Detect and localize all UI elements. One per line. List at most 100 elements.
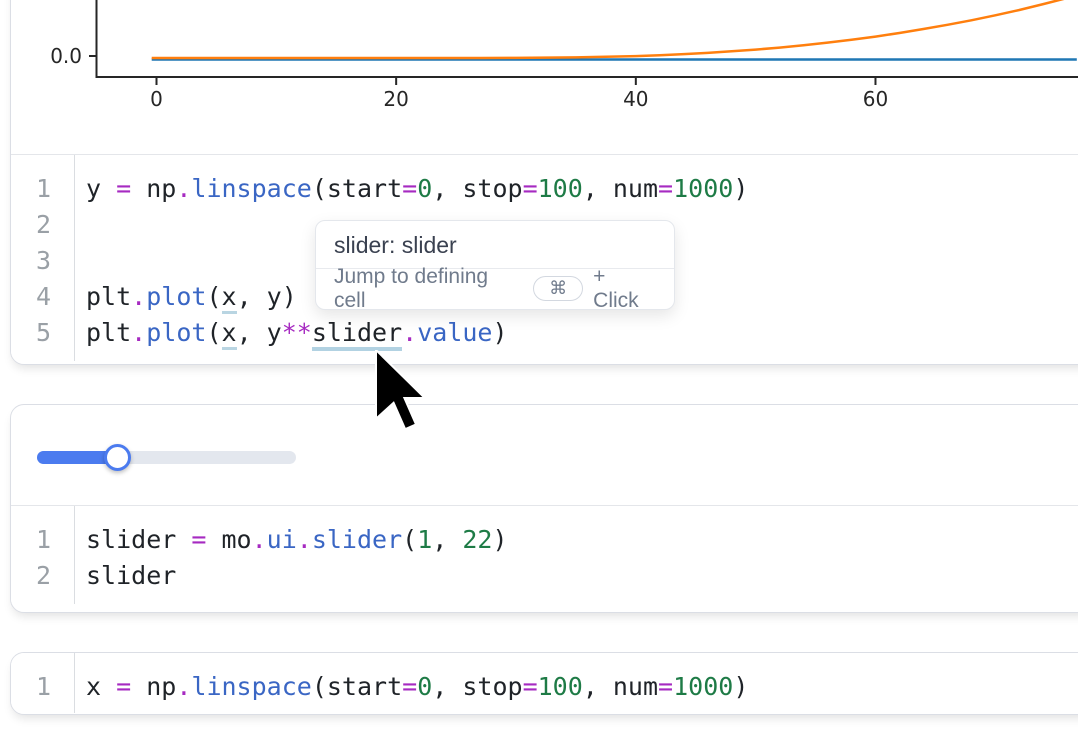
- code-line[interactable]: slider = mo.ui.slider(1, 22): [86, 522, 1078, 558]
- line-number-gutter: 12345: [11, 155, 75, 361]
- line-number: 1: [11, 522, 51, 558]
- code-token-num[interactable]: 100: [538, 174, 583, 203]
- code-token[interactable]: (: [402, 525, 417, 554]
- code-token-refh[interactable]: slider: [312, 318, 402, 351]
- code-token-op[interactable]: **: [282, 318, 312, 347]
- code-token[interactable]: ): [733, 672, 748, 701]
- code-token-op[interactable]: =: [523, 672, 538, 701]
- code-token-num[interactable]: 22: [462, 525, 492, 554]
- code-token[interactable]: x: [86, 672, 116, 701]
- code-token[interactable]: np: [131, 672, 176, 701]
- code-token-ref[interactable]: x: [222, 318, 237, 350]
- code-token-op[interactable]: .: [131, 318, 146, 347]
- code-token-fn[interactable]: plot: [146, 318, 206, 347]
- line-number: 1: [11, 171, 51, 207]
- code-token-op[interactable]: .: [252, 525, 267, 554]
- matplotlib-figure: 0.0 0 20 40 60: [11, 0, 1078, 155]
- code-token-num[interactable]: 0: [417, 174, 432, 203]
- code-editor[interactable]: 1 x = np.linspace(start=0, stop=100, num…: [11, 653, 1078, 713]
- code-token-op[interactable]: =: [658, 672, 673, 701]
- code-token-op[interactable]: =: [116, 174, 131, 203]
- line-number: 1: [11, 669, 51, 705]
- code-token-op[interactable]: .: [176, 672, 191, 701]
- notebook-cell-x: 1 x = np.linspace(start=0, stop=100, num…: [10, 652, 1078, 715]
- code-token[interactable]: np: [131, 174, 176, 203]
- notebook-cell-plot: 0.00204060 12345 y = np.linspace(start=0…: [10, 0, 1078, 365]
- tooltip-title: slider: slider: [316, 221, 674, 268]
- code-token-op[interactable]: .: [402, 318, 417, 347]
- y-tick-label: 0.0: [50, 44, 82, 68]
- line-number-gutter: 12: [11, 506, 75, 604]
- code-token[interactable]: slider: [86, 561, 176, 590]
- code-token-fn[interactable]: linspace: [191, 672, 311, 701]
- line-number: 4: [11, 279, 51, 315]
- code-token-op[interactable]: .: [131, 282, 146, 311]
- x-tick-label: 40: [623, 87, 648, 111]
- code-token-op[interactable]: .: [176, 174, 191, 203]
- cursor-icon: [372, 350, 432, 434]
- code-token[interactable]: ,: [432, 525, 462, 554]
- notebook-cell-slider: 12 slider = mo.ui.slider(1, 22)slider: [10, 404, 1078, 613]
- line-number: 2: [11, 558, 51, 594]
- line-number: 5: [11, 315, 51, 351]
- code-token-op[interactable]: =: [402, 174, 417, 203]
- series-line: [152, 0, 1077, 58]
- code-token[interactable]: mo: [206, 525, 251, 554]
- code-token[interactable]: , stop: [432, 174, 522, 203]
- code-token[interactable]: ): [733, 174, 748, 203]
- code-token-fn[interactable]: ui: [267, 525, 297, 554]
- slider-track[interactable]: [37, 451, 296, 464]
- code-token-op[interactable]: =: [523, 174, 538, 203]
- line-number-gutter: 1: [11, 653, 75, 713]
- code-line[interactable]: y = np.linspace(start=0, stop=100, num=1…: [86, 171, 1078, 207]
- x-tick-label: 20: [383, 87, 408, 111]
- code-token[interactable]: plt: [86, 282, 131, 311]
- code-token[interactable]: , y: [237, 318, 282, 347]
- code-token[interactable]: , stop: [432, 672, 522, 701]
- x-tick-label: 0: [150, 87, 163, 111]
- line-number: 2: [11, 207, 51, 243]
- tooltip-action-label[interactable]: Jump to defining cell: [334, 265, 523, 313]
- line-number: 3: [11, 243, 51, 279]
- code-token[interactable]: (: [206, 282, 221, 311]
- code-token-num[interactable]: 100: [538, 672, 583, 701]
- code-token-num[interactable]: 1: [417, 525, 432, 554]
- slider-handle[interactable]: [104, 444, 131, 471]
- code-token[interactable]: (start: [312, 672, 402, 701]
- code-token-num[interactable]: 1000: [673, 672, 733, 701]
- code-line[interactable]: slider: [86, 558, 1078, 594]
- code-token-op[interactable]: .: [297, 525, 312, 554]
- plot-output: 0.0 0 20 40 60: [11, 0, 1078, 155]
- code-token[interactable]: ): [492, 525, 507, 554]
- command-key-icon: ⌘: [533, 276, 583, 301]
- x-tick-label: 60: [863, 87, 888, 111]
- code-token-fn[interactable]: slider: [312, 525, 402, 554]
- code-token-op[interactable]: =: [116, 672, 131, 701]
- code-token-op[interactable]: =: [658, 174, 673, 203]
- code-token[interactable]: , num: [583, 672, 658, 701]
- code-token-num[interactable]: 0: [417, 672, 432, 701]
- code-line[interactable]: x = np.linspace(start=0, stop=100, num=1…: [86, 669, 1078, 705]
- code-token[interactable]: y: [86, 174, 116, 203]
- code-token[interactable]: , y): [237, 282, 297, 311]
- code-content[interactable]: x = np.linspace(start=0, stop=100, num=1…: [75, 653, 1078, 713]
- code-token[interactable]: ): [492, 318, 507, 347]
- code-token[interactable]: (: [206, 318, 221, 347]
- code-token-fn[interactable]: value: [417, 318, 492, 347]
- code-token[interactable]: slider: [86, 525, 191, 554]
- code-token-ref[interactable]: x: [222, 282, 237, 314]
- tooltip-suffix: + Click: [593, 265, 656, 313]
- code-token-fn[interactable]: plot: [146, 282, 206, 311]
- code-token-fn[interactable]: linspace: [191, 174, 311, 203]
- code-content[interactable]: slider = mo.ui.slider(1, 22)slider: [75, 506, 1078, 604]
- variable-tooltip: slider: slider Jump to defining cell ⌘ +…: [315, 220, 675, 310]
- code-token-op[interactable]: =: [402, 672, 417, 701]
- code-token[interactable]: (start: [312, 174, 402, 203]
- code-token[interactable]: plt: [86, 318, 131, 347]
- slider-output: [11, 405, 1078, 506]
- code-token-op[interactable]: =: [191, 525, 206, 554]
- code-token[interactable]: , num: [583, 174, 658, 203]
- code-editor[interactable]: 12 slider = mo.ui.slider(1, 22)slider: [11, 506, 1078, 604]
- code-line[interactable]: plt.plot(x, y**slider.value): [86, 315, 1078, 351]
- code-token-num[interactable]: 1000: [673, 174, 733, 203]
